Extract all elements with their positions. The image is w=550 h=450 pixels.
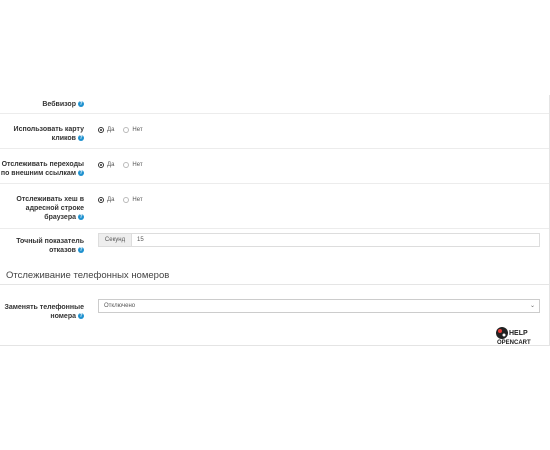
radio-label-yes: Да xyxy=(107,127,115,133)
external-links-label: Отслеживать переходы по внешним ссылкам? xyxy=(0,161,84,177)
chevron-down-icon: ⌄ xyxy=(529,303,535,309)
radio-label-no: Нет xyxy=(132,127,143,133)
help-icon[interactable]: ? xyxy=(78,214,84,221)
radio-label-no: Нет xyxy=(132,197,143,203)
replace-numbers-label: Заменять телефонные номера? xyxy=(4,304,84,320)
help-icon[interactable]: ? xyxy=(78,170,84,177)
radio-label-yes: Да xyxy=(107,162,115,168)
webvisor-row: Вебвизор? xyxy=(0,95,549,114)
logo-top-text: HELP xyxy=(509,330,528,337)
help-opencart-logo: HELP OPENCART xyxy=(496,327,531,346)
bounce-rate-row: Точный показатель отказов? Секунд 15 xyxy=(0,229,549,263)
click-map-no-radio[interactable] xyxy=(123,127,130,133)
click-map-yes-radio[interactable] xyxy=(98,127,104,133)
help-icon[interactable]: ? xyxy=(78,247,84,254)
external-links-row: Отслеживать переходы по внешним ссылкам? … xyxy=(0,149,549,184)
logo-bottom-text: OPENCART xyxy=(497,340,531,346)
external-links-yes-radio[interactable] xyxy=(98,162,104,168)
webvisor-label: Вебвизор? xyxy=(42,101,84,108)
hash-label: Отслеживать хеш в адресной строке браузера… xyxy=(16,196,84,221)
replace-numbers-select[interactable]: Отключено ⌄ xyxy=(98,299,540,313)
hash-row: Отслеживать хеш в адресной строке браузера… xyxy=(0,184,549,229)
hash-yes-radio[interactable] xyxy=(98,197,104,203)
phone-section-title: Отслеживание телефонных номеров xyxy=(6,270,170,281)
hash-radios: Да Нет xyxy=(98,197,152,203)
bounce-rate-input[interactable]: 15 xyxy=(132,234,144,246)
external-links-no-radio[interactable] xyxy=(123,162,130,168)
bounce-rate-input-group: Секунд 15 xyxy=(98,233,540,247)
radio-label-yes: Да xyxy=(107,197,115,203)
external-links-radios: Да Нет xyxy=(98,162,152,168)
click-map-radios: Да Нет xyxy=(98,127,152,133)
bounce-rate-label: Точный показатель отказов? xyxy=(16,238,84,254)
help-icon[interactable]: ? xyxy=(78,101,84,108)
click-map-label: Использовать карту кликов? xyxy=(13,126,84,142)
replace-numbers-row: Заменять телефонные номера? Отключено ⌄ xyxy=(0,293,549,327)
click-map-row: Использовать карту кликов? Да Нет xyxy=(0,114,549,149)
help-icon[interactable]: ? xyxy=(78,135,84,142)
help-icon[interactable]: ? xyxy=(78,313,84,320)
seconds-addon: Секунд xyxy=(99,234,132,246)
select-value: Отключено xyxy=(104,303,136,309)
section-divider xyxy=(0,284,549,285)
radio-label-no: Нет xyxy=(132,162,143,168)
hash-no-radio[interactable] xyxy=(123,197,130,203)
